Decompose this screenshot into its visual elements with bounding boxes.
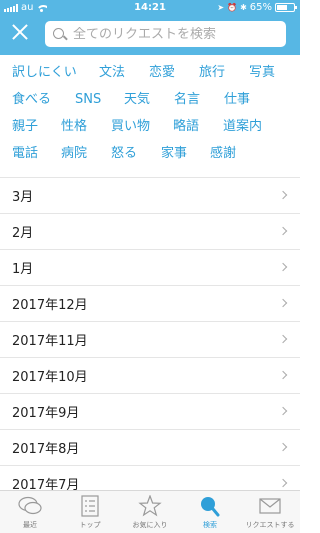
list-item-label: 3月 bbox=[12, 190, 34, 205]
tab-recent[interactable]: 最近 bbox=[0, 491, 60, 533]
tag-item[interactable]: 病院 bbox=[61, 144, 87, 164]
alarm-icon: ⏰ bbox=[227, 3, 238, 12]
tag-item[interactable]: 家事 bbox=[161, 144, 187, 164]
tag-item[interactable]: 性格 bbox=[61, 117, 87, 137]
chevron-right-icon bbox=[278, 190, 288, 200]
search-input[interactable] bbox=[73, 26, 273, 42]
tab-label: お気に入り bbox=[132, 521, 168, 529]
list-item-label: 2017年8月 bbox=[12, 442, 80, 457]
tag-item[interactable]: 買い物 bbox=[111, 117, 150, 137]
tag-item[interactable]: 恋愛 bbox=[149, 63, 175, 83]
search-icon bbox=[201, 497, 220, 517]
tag-row: 食べる SNS 天気 名言 仕事 bbox=[0, 90, 300, 110]
chevron-right-icon bbox=[278, 370, 288, 380]
list-item-label: 2017年12月 bbox=[12, 298, 88, 313]
tab-label: 検索 bbox=[203, 521, 217, 529]
list-item[interactable]: 1月 bbox=[0, 249, 300, 285]
battery-percent: 65% bbox=[249, 2, 272, 13]
tab-top[interactable]: トップ bbox=[60, 491, 120, 533]
battery-icon bbox=[275, 3, 297, 12]
tag-item[interactable]: 天気 bbox=[124, 90, 150, 110]
list-item-label: 2017年10月 bbox=[12, 370, 88, 385]
chevron-right-icon bbox=[278, 334, 288, 344]
tab-favorites[interactable]: お気に入り bbox=[120, 491, 180, 533]
tag-row: 電話 病院 怒る 家事 感謝 bbox=[0, 144, 300, 164]
tag-item[interactable]: 電話 bbox=[12, 144, 38, 164]
chevron-right-icon bbox=[278, 478, 288, 488]
tag-item[interactable]: 怒る bbox=[111, 144, 137, 164]
tag-item[interactable]: 親子 bbox=[12, 117, 38, 137]
list-item[interactable]: 2月 bbox=[0, 213, 300, 249]
tag-row: 訳しにくい 文法 恋愛 旅行 写真 bbox=[0, 63, 300, 83]
tag-item[interactable]: SNS bbox=[75, 90, 101, 110]
tag-item[interactable]: 略語 bbox=[173, 117, 199, 137]
list-item[interactable]: 2017年12月 bbox=[0, 285, 300, 321]
category-tags: 訳しにくい 文法 恋愛 旅行 写真 食べる SNS 天気 名言 仕事 親子 性格… bbox=[0, 55, 300, 173]
list-item-label: 2017年9月 bbox=[12, 406, 80, 421]
bluetooth-icon: ✱ bbox=[240, 3, 247, 12]
list-icon bbox=[81, 495, 99, 517]
tag-item[interactable]: 仕事 bbox=[224, 90, 250, 110]
tag-item[interactable]: 名言 bbox=[174, 90, 200, 110]
tab-bar: 最近 トップ お気に入り 検索 リクエストする bbox=[0, 490, 300, 533]
chevron-right-icon bbox=[278, 442, 288, 452]
envelope-icon bbox=[259, 498, 281, 514]
list-item[interactable]: 2017年11月 bbox=[0, 321, 300, 357]
tab-request[interactable]: リクエストする bbox=[240, 491, 300, 533]
search-box[interactable] bbox=[45, 21, 286, 47]
tag-item[interactable]: 旅行 bbox=[199, 63, 225, 83]
tab-search[interactable]: 検索 bbox=[180, 491, 240, 533]
tab-label: 最近 bbox=[23, 521, 37, 529]
tab-label: トップ bbox=[79, 521, 101, 529]
tag-item[interactable]: 道案内 bbox=[223, 117, 262, 137]
chevron-right-icon bbox=[278, 262, 288, 272]
list-item-label: 2017年11月 bbox=[12, 334, 88, 349]
star-icon bbox=[138, 495, 162, 517]
close-button[interactable] bbox=[10, 22, 30, 42]
list-item[interactable]: 2017年10月 bbox=[0, 357, 300, 393]
chevron-right-icon bbox=[278, 406, 288, 416]
tag-item[interactable]: 感謝 bbox=[210, 144, 236, 164]
list-item[interactable]: 2017年8月 bbox=[0, 429, 300, 465]
tag-item[interactable]: 訳しにくい bbox=[12, 63, 77, 83]
tag-item[interactable]: 食べる bbox=[12, 90, 51, 110]
location-icon: ➤ bbox=[217, 3, 225, 12]
chevron-right-icon bbox=[278, 226, 288, 236]
header-bar: au 14:21 ➤ ⏰ ✱ 65% bbox=[0, 0, 300, 55]
search-icon bbox=[51, 21, 73, 47]
tag-row: 親子 性格 買い物 略語 道案内 bbox=[0, 117, 300, 137]
list-item[interactable]: 2017年9月 bbox=[0, 393, 300, 429]
list-item-label: 2月 bbox=[12, 226, 34, 241]
tag-item[interactable]: 写真 bbox=[249, 63, 275, 83]
status-bar: au 14:21 ➤ ⏰ ✱ 65% bbox=[0, 0, 300, 16]
list-item[interactable]: 3月 bbox=[0, 177, 300, 213]
chevron-right-icon bbox=[278, 298, 288, 308]
month-list: 3月 2月 1月 2017年12月 2017年11月 2017年10月 2017… bbox=[0, 177, 300, 501]
list-item-label: 1月 bbox=[12, 262, 34, 277]
tab-label: リクエストする bbox=[245, 521, 295, 529]
chat-bubbles-icon bbox=[18, 496, 42, 515]
tag-item[interactable]: 文法 bbox=[99, 63, 125, 83]
